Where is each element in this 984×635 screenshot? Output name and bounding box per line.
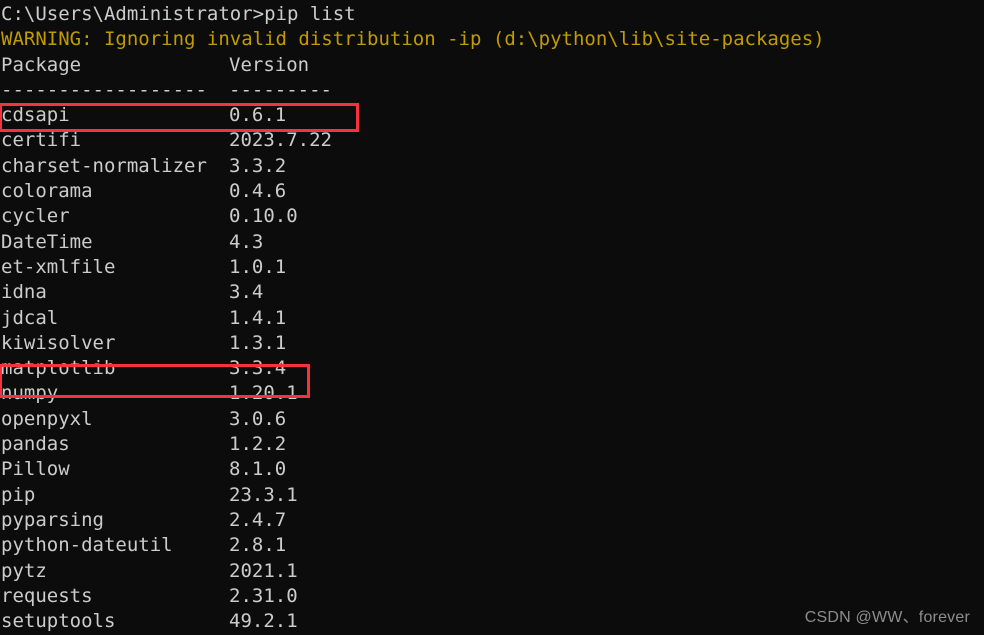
package-version: 1.20.1	[229, 382, 298, 405]
column-header-row: Package Version	[0, 53, 984, 78]
package-name: jdcal	[1, 306, 59, 329]
package-version: 2.8.1	[229, 534, 287, 557]
package-row: pytz 2021.1	[0, 559, 984, 584]
package-name: pandas	[1, 433, 70, 456]
version-column-rule: ---------	[229, 78, 332, 101]
package-row: numpy 1.20.1	[0, 381, 984, 406]
package-row: kiwisolver 1.3.1	[0, 331, 984, 356]
package-version: 0.4.6	[229, 180, 287, 203]
package-column-rule: ------------------	[1, 78, 207, 101]
package-version: 3.0.6	[229, 407, 287, 430]
package-name: numpy	[1, 382, 59, 405]
package-name: pytz	[1, 559, 47, 582]
package-version: 23.3.1	[229, 483, 298, 506]
package-version: 2023.7.22	[229, 129, 332, 152]
package-name: et-xmlfile	[1, 255, 116, 278]
package-name: DateTime	[1, 230, 93, 253]
package-row: DateTime 4.3	[0, 230, 984, 255]
package-version: 2021.1	[229, 559, 298, 582]
package-name: requests	[1, 584, 93, 607]
package-row: charset-normalizer 3.3.2	[0, 154, 984, 179]
package-version: 3.3.4	[229, 357, 287, 380]
package-version: 3.3.2	[229, 154, 287, 177]
package-row: pip 23.3.1	[0, 483, 984, 508]
package-version: 1.4.1	[229, 306, 287, 329]
package-name: certifi	[1, 129, 82, 152]
terminal-window[interactable]: C:\Users\Administrator>pip list WARNING:…	[0, 0, 984, 635]
package-version: 2.4.7	[229, 508, 287, 531]
package-row: matplotlib 3.3.4	[0, 356, 984, 381]
package-version: 1.0.1	[229, 255, 287, 278]
package-name: colorama	[1, 180, 93, 203]
package-row: pyparsing 2.4.7	[0, 508, 984, 533]
package-name: Pillow	[1, 458, 70, 481]
package-column-header: Package	[1, 53, 82, 76]
package-row: colorama 0.4.6	[0, 179, 984, 204]
package-version: 8.1.0	[229, 458, 287, 481]
package-name: idna	[1, 281, 47, 304]
package-name: cycler	[1, 205, 70, 228]
command-prompt-line: C:\Users\Administrator>pip list	[1, 3, 356, 25]
version-column-header: Version	[229, 53, 310, 76]
package-name: charset-normalizer	[1, 154, 207, 177]
package-version: 0.10.0	[229, 205, 298, 228]
package-row: requests 2.31.0	[0, 584, 984, 609]
package-name: setuptools	[1, 610, 116, 633]
watermark-text: CSDN @WW、forever	[804, 609, 970, 626]
package-row: jdcal 1.4.1	[0, 306, 984, 331]
package-version: 3.4	[229, 281, 264, 304]
package-name: openpyxl	[1, 407, 93, 430]
package-name: pyparsing	[1, 508, 104, 531]
package-row: certifi 2023.7.22	[0, 128, 984, 153]
package-row: openpyxl 3.0.6	[0, 407, 984, 432]
package-name: kiwisolver	[1, 331, 116, 354]
terminal-output: C:\Users\Administrator>pip list WARNING:…	[0, 2, 984, 635]
package-name: python-dateutil	[1, 534, 173, 557]
package-row: cycler 0.10.0	[0, 204, 984, 229]
package-name: cdsapi	[1, 104, 70, 127]
package-name: matplotlib	[1, 357, 116, 380]
package-row: idna 3.4	[0, 280, 984, 305]
package-row: python-dateutil 2.8.1	[0, 533, 984, 558]
package-row: pandas 1.2.2	[0, 432, 984, 457]
package-version: 2.31.0	[229, 584, 298, 607]
column-rule-row: ------------------ ---------	[0, 78, 984, 103]
package-version: 49.2.1	[229, 610, 298, 633]
warning-line: WARNING: Ignoring invalid distribution -…	[1, 28, 825, 51]
package-version: 1.2.2	[229, 433, 287, 456]
package-version: 4.3	[229, 230, 264, 253]
package-row: cdsapi 0.6.1	[0, 103, 984, 128]
package-version: 1.3.1	[229, 331, 287, 354]
package-version: 0.6.1	[229, 104, 287, 127]
package-row: Pillow 8.1.0	[0, 457, 984, 482]
package-row: et-xmlfile 1.0.1	[0, 255, 984, 280]
package-list: cdsapi 0.6.1 certifi 2023.7.22 charset-norma…	[0, 103, 984, 635]
package-name: pip	[1, 483, 36, 506]
